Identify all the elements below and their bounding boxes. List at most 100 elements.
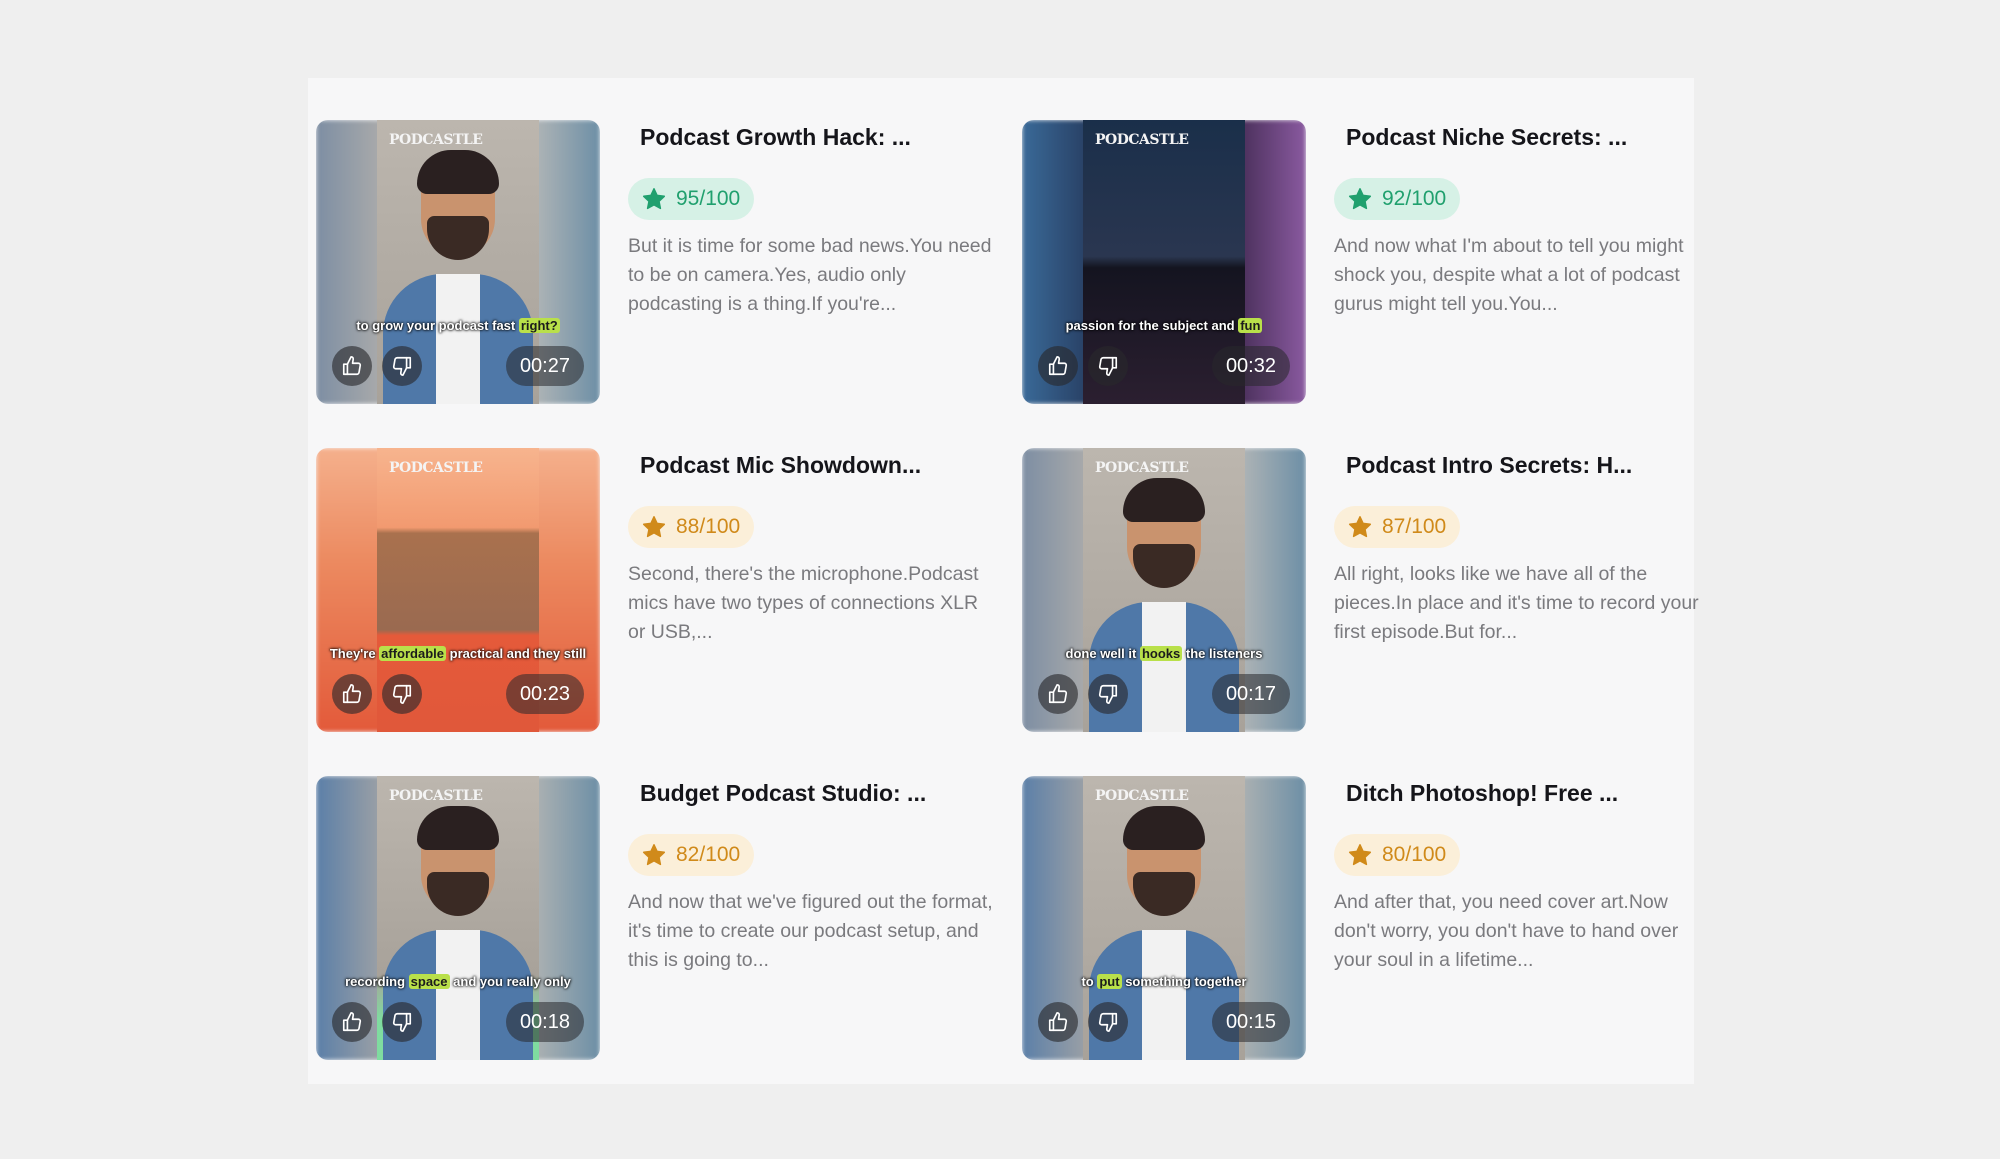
brand-logo: PODCASTLE: [389, 132, 483, 148]
score-badge: 80/100: [1334, 834, 1461, 876]
presenter-head: [1123, 478, 1205, 588]
clip-thumbnail[interactable]: PODCASTLE to grow your podcast fast righ…: [316, 120, 600, 404]
clip-title[interactable]: Podcast Mic Showdown...: [640, 452, 921, 479]
caption-highlight: right?: [518, 318, 560, 333]
video-caption: done well it hooks the listeners: [1022, 646, 1306, 661]
star-icon: [642, 188, 666, 210]
score-badge: 82/100: [628, 834, 755, 876]
brand-logo: PODCASTLE: [1095, 132, 1189, 148]
star-icon: [642, 516, 666, 538]
caption-text: to: [1081, 974, 1098, 989]
clip-description: Second, there's the microphone.Podcast m…: [628, 563, 979, 643]
clip-description: But it is time for some bad news.You nee…: [628, 235, 992, 315]
caption-text-end: and you really only: [449, 974, 571, 989]
caption-text: to grow your podcast fast: [356, 318, 519, 333]
clip-duration: 00:32: [1211, 346, 1290, 386]
score-badge: 92/100: [1334, 178, 1461, 220]
brand-logo: PODCASTLE: [389, 788, 483, 804]
star-icon: [1348, 516, 1372, 538]
thumbs-up-icon: [342, 1012, 362, 1032]
caption-text: recording: [345, 974, 409, 989]
thumbs-down-icon: [392, 684, 412, 704]
clip-thumbnail[interactable]: PODCASTLE to put something together 00:1…: [1022, 776, 1306, 1060]
caption-highlight: put: [1097, 974, 1122, 989]
like-button[interactable]: [332, 1002, 372, 1042]
clip-description: And now that we've figured out the forma…: [628, 891, 993, 971]
clip-duration: 00:15: [1211, 1002, 1290, 1042]
clip-thumbnail[interactable]: PODCASTLE recording space and you really…: [316, 776, 600, 1060]
caption-highlight: space: [408, 974, 450, 989]
video-caption: to grow your podcast fast right?: [316, 318, 600, 333]
caption-text: done well it: [1065, 646, 1140, 661]
presenter-head: [1123, 806, 1205, 916]
like-button[interactable]: [1038, 674, 1078, 714]
caption-highlight: affordable: [379, 646, 447, 661]
brand-logo: PODCASTLE: [389, 460, 483, 476]
score-value: 82/100: [676, 843, 741, 866]
caption-text-end: the listeners: [1182, 646, 1263, 661]
clip-card[interactable]: PODCASTLE to put something together 00:1…: [1022, 776, 1712, 1060]
video-caption: They're affordable practical and they st…: [316, 646, 600, 661]
caption-highlight: hooks: [1139, 646, 1183, 661]
caption-highlight: fun: [1238, 318, 1263, 333]
clip-description: And now what I'm about to tell you might…: [1334, 235, 1684, 315]
clip-duration: 00:17: [1211, 674, 1290, 714]
video-caption: passion for the subject and fun: [1022, 318, 1306, 333]
thumbs-up-icon: [342, 356, 362, 376]
clip-description: All right, looks like we have all of the…: [1334, 563, 1699, 643]
score-value: 80/100: [1382, 843, 1447, 866]
clip-card[interactable]: PODCASTLE recording space and you really…: [316, 776, 1006, 1060]
clip-title[interactable]: Podcast Niche Secrets: ...: [1346, 124, 1627, 151]
clip-thumbnail[interactable]: PODCASTLE passion for the subject and fu…: [1022, 120, 1306, 404]
thumbs-up-icon: [1048, 356, 1068, 376]
star-icon: [1348, 188, 1372, 210]
thumbs-down-icon: [392, 1012, 412, 1032]
clip-card[interactable]: PODCASTLE passion for the subject and fu…: [1022, 120, 1712, 404]
clip-description: And after that, you need cover art.Now d…: [1334, 891, 1679, 971]
clip-duration: 00:18: [505, 1002, 584, 1042]
clip-title[interactable]: Podcast Intro Secrets: H...: [1346, 452, 1632, 479]
video-caption: recording space and you really only: [316, 974, 600, 989]
score-badge: 88/100: [628, 506, 755, 548]
clip-title[interactable]: Ditch Photoshop! Free ...: [1346, 780, 1618, 807]
caption-text: They're: [329, 646, 380, 661]
dislike-button[interactable]: [382, 346, 422, 386]
dislike-button[interactable]: [382, 1002, 422, 1042]
caption-text-end: practical and they still: [446, 646, 587, 661]
thumbs-up-icon: [1048, 1012, 1068, 1032]
like-button[interactable]: [1038, 1002, 1078, 1042]
score-badge: 95/100: [628, 178, 755, 220]
clip-card[interactable]: PODCASTLE done well it hooks the listene…: [1022, 448, 1712, 732]
clip-title[interactable]: Budget Podcast Studio: ...: [640, 780, 926, 807]
dislike-button[interactable]: [1088, 1002, 1128, 1042]
clip-thumbnail[interactable]: PODCASTLE They're affordable practical a…: [316, 448, 600, 732]
thumbs-down-icon: [1098, 684, 1118, 704]
video-caption: to put something together: [1022, 974, 1306, 989]
dislike-button[interactable]: [382, 674, 422, 714]
brand-logo: PODCASTLE: [1095, 788, 1189, 804]
brand-logo: PODCASTLE: [1095, 460, 1189, 476]
clip-title[interactable]: Podcast Growth Hack: ...: [640, 124, 911, 151]
clip-duration: 00:23: [505, 674, 584, 714]
score-value: 87/100: [1382, 515, 1447, 538]
thumbs-down-icon: [392, 356, 412, 376]
score-value: 88/100: [676, 515, 741, 538]
clip-card[interactable]: PODCASTLE to grow your podcast fast righ…: [316, 120, 1006, 404]
dislike-button[interactable]: [1088, 346, 1128, 386]
dislike-button[interactable]: [1088, 674, 1128, 714]
like-button[interactable]: [332, 674, 372, 714]
star-icon: [1348, 844, 1372, 866]
like-button[interactable]: [332, 346, 372, 386]
presenter-head: [417, 150, 499, 260]
thumbs-down-icon: [1098, 1012, 1118, 1032]
thumbs-up-icon: [342, 684, 362, 704]
caption-text: passion for the subject and: [1065, 318, 1239, 333]
caption-text-end: something together: [1121, 974, 1247, 989]
clip-duration: 00:27: [505, 346, 584, 386]
thumbs-down-icon: [1098, 356, 1118, 376]
like-button[interactable]: [1038, 346, 1078, 386]
presenter-head: [417, 806, 499, 916]
clip-thumbnail[interactable]: PODCASTLE done well it hooks the listene…: [1022, 448, 1306, 732]
score-badge: 87/100: [1334, 506, 1461, 548]
clip-card[interactable]: PODCASTLE They're affordable practical a…: [316, 448, 1006, 732]
